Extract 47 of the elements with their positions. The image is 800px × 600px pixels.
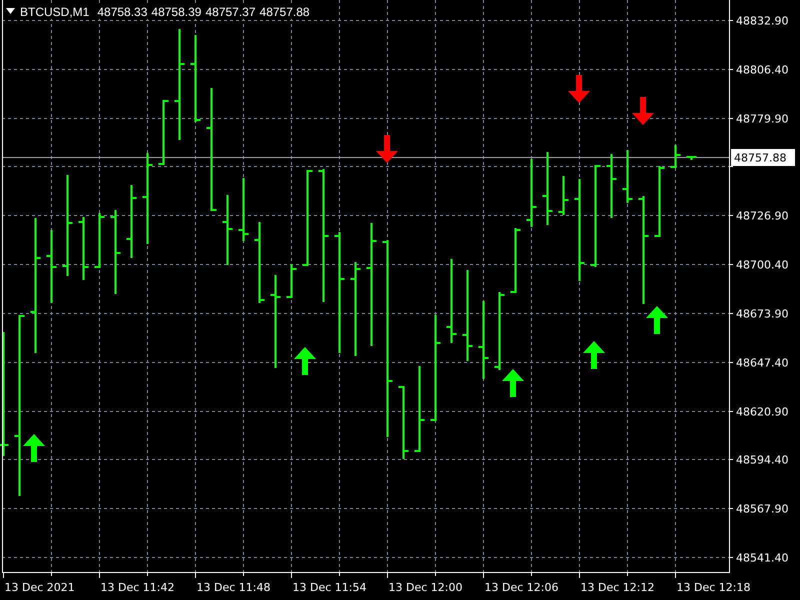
price-axis-label: 48673.90 xyxy=(736,308,788,320)
up-arrow-icon xyxy=(502,369,524,397)
up-arrow-icon xyxy=(646,306,668,334)
price-axis-label: 48832.90 xyxy=(736,14,788,28)
price-axis-label: 48647.40 xyxy=(736,356,788,370)
current-price-label: 48757.88 xyxy=(731,149,795,166)
up-arrow-icon xyxy=(23,434,45,462)
price-axis-label: 48726.90 xyxy=(736,210,788,222)
price-axis-label: 48700.40 xyxy=(736,258,788,272)
price-bar xyxy=(94,212,106,269)
price-axis-label: 48594.40 xyxy=(736,454,788,466)
price-bar xyxy=(510,227,522,294)
time-axis-label: 13 Dec 12:00 xyxy=(388,581,462,594)
time-axis-label: 13 Dec 11:54 xyxy=(292,581,366,594)
price-bar xyxy=(222,194,234,266)
time-axis-label: 13 Dec 11:48 xyxy=(196,581,270,594)
time-axis-label: 13 Dec 12:12 xyxy=(580,581,654,594)
price-bar xyxy=(286,263,298,299)
time-axis-label: 13 Dec 12:18 xyxy=(676,581,750,594)
down-arrow-icon xyxy=(376,135,398,163)
quote-value: 48758.39 xyxy=(151,5,202,19)
quote-value: 48757.37 xyxy=(205,5,256,19)
quote-value: 48757.88 xyxy=(260,5,310,19)
time-axis-label: 13 Dec 12:06 xyxy=(484,581,558,594)
dropdown-triangle-icon[interactable] xyxy=(6,8,15,14)
price-bar xyxy=(686,155,698,161)
up-arrow-icon xyxy=(294,347,316,375)
price-bar xyxy=(558,175,570,216)
price-bar xyxy=(606,153,618,219)
price-axis-label: 48541.40 xyxy=(736,552,788,564)
price-bar xyxy=(78,216,90,281)
price-axis-label: 48806.40 xyxy=(736,64,788,76)
quote-value: 48758.33 xyxy=(97,5,148,19)
down-arrow-icon xyxy=(568,75,590,103)
price-bar xyxy=(526,158,538,228)
time-axis-label: 13 Dec 2021 xyxy=(4,581,75,594)
price-axis-label: 48779.90 xyxy=(736,112,788,126)
symbol-label: BTCUSD,M1 xyxy=(20,5,90,19)
time-axis-label: 13 Dec 11:42 xyxy=(100,581,174,594)
price-bar xyxy=(158,99,170,166)
price-bar xyxy=(670,144,682,169)
price-axis-label: 48567.90 xyxy=(736,502,788,516)
down-arrow-icon xyxy=(632,97,654,125)
price-bar xyxy=(622,149,634,204)
up-arrow-icon xyxy=(583,341,605,369)
price-axis-label: 48620.90 xyxy=(736,406,788,418)
price-bar xyxy=(238,177,250,242)
